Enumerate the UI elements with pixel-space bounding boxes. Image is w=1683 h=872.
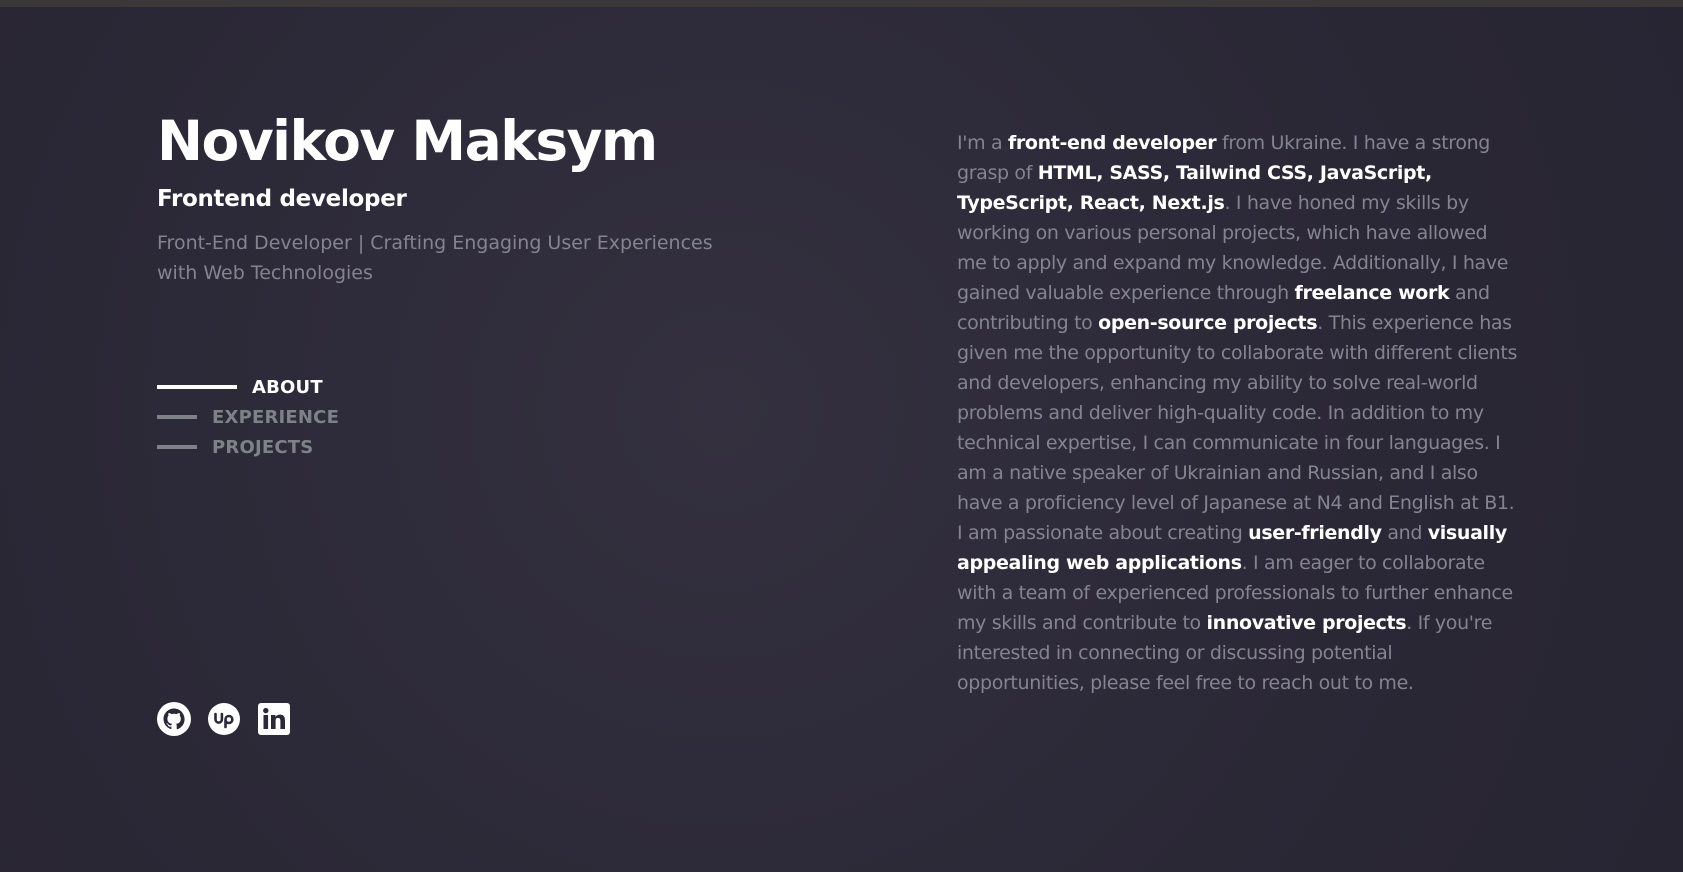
browser-top-bar — [0, 0, 1683, 7]
upwork-link[interactable] — [207, 701, 241, 737]
about-text-segment: and — [1381, 522, 1428, 544]
about-highlight: freelance work — [1294, 282, 1450, 304]
nav-indicator-line — [157, 445, 197, 449]
nav-item-label: ABOUT — [252, 376, 323, 398]
about-highlight: open-source projects — [1098, 312, 1318, 334]
job-title: Frontend developer — [157, 186, 407, 212]
intro-section: Novikov Maksym Frontend developer Front-… — [157, 105, 717, 288]
nav-item-label: PROJECTS — [212, 436, 314, 458]
about-highlight: front-end developer — [1007, 132, 1217, 154]
github-icon — [157, 702, 191, 736]
linkedin-link[interactable] — [257, 701, 291, 737]
about-paragraph: I'm a front-end developer from Ukraine. … — [957, 128, 1519, 698]
about-highlight: user-friendly — [1248, 522, 1382, 544]
github-link[interactable] — [157, 701, 191, 737]
nav-indicator-line — [157, 385, 237, 389]
about-highlight: innovative projects — [1206, 612, 1407, 634]
nav-item-label: EXPERIENCE — [212, 406, 340, 428]
page-title: Novikov Maksym — [157, 109, 658, 173]
nav-item-about[interactable]: ABOUT — [157, 372, 339, 402]
nav-item-projects[interactable]: PROJECTS — [157, 432, 339, 462]
nav-indicator-line — [157, 415, 197, 419]
about-text-segment: . This experience has given me the oppor… — [957, 312, 1517, 544]
about-text-segment: I'm a — [957, 132, 1008, 154]
tagline: Front-End Developer | Crafting Engaging … — [157, 232, 713, 284]
section-nav: ABOUT EXPERIENCE PROJECTS — [157, 372, 339, 462]
linkedin-icon — [258, 703, 290, 735]
nav-item-experience[interactable]: EXPERIENCE — [157, 402, 339, 432]
social-links — [157, 701, 307, 737]
upwork-icon — [208, 703, 240, 735]
